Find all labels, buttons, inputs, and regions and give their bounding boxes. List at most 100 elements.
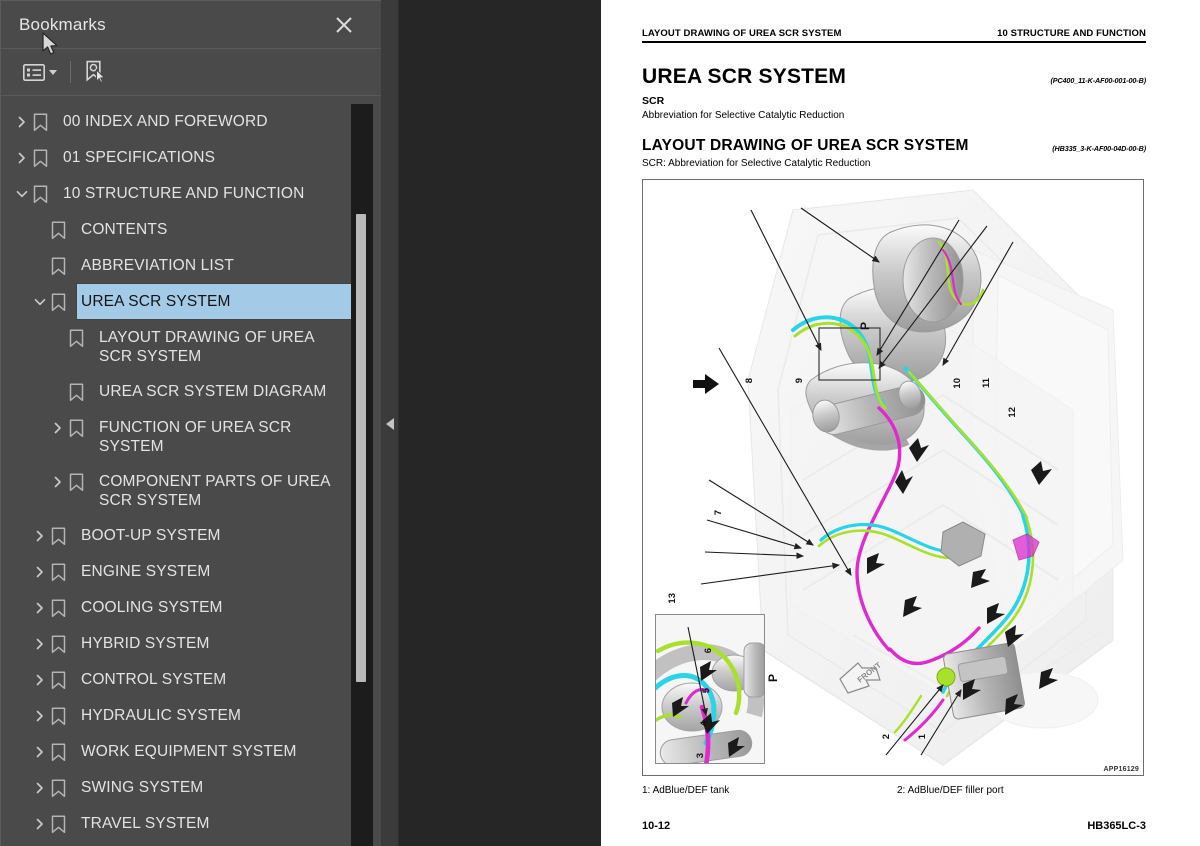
bookmark-label[interactable]: UREA SCR SYSTEM DIAGRAM xyxy=(95,374,332,409)
title-doc-code: (PC400_11-K-AF00-001-00-B) xyxy=(1050,76,1146,85)
detail-label-p: P xyxy=(858,322,872,331)
bookmark-label[interactable]: WORK EQUIPMENT SYSTEM xyxy=(77,734,303,769)
bookmarks-panel-header: Bookmarks xyxy=(1,1,381,49)
bookmark-item[interactable]: FUNCTION OF UREA SCR SYSTEM xyxy=(1,410,381,464)
bookmarks-scrollbar[interactable] xyxy=(351,104,373,846)
chevron-right-icon[interactable] xyxy=(29,590,51,626)
bookmark-label[interactable]: SWING SYSTEM xyxy=(77,770,209,805)
chevron-right-icon[interactable] xyxy=(29,770,51,806)
callout-5: 5 xyxy=(701,688,712,694)
close-icon[interactable] xyxy=(333,14,355,36)
bookmark-icon xyxy=(51,698,77,734)
bookmark-item[interactable]: LAYOUT DRAWING OF UREA SCR SYSTEM xyxy=(1,320,381,374)
bookmark-label[interactable]: 00 INDEX AND FOREWORD xyxy=(59,104,274,139)
bookmark-item[interactable]: COOLING SYSTEM xyxy=(1,590,381,626)
bookmark-icon xyxy=(33,104,59,140)
chevron-down-icon[interactable] xyxy=(11,176,33,212)
chevron-right-icon[interactable] xyxy=(29,734,51,770)
bookmark-item[interactable]: ENGINE SYSTEM xyxy=(1,554,381,590)
bookmark-item[interactable]: UNDERCARRIAGE AND FRAME xyxy=(1,842,381,846)
bookmark-item[interactable]: 00 INDEX AND FOREWORD xyxy=(1,104,381,140)
bookmark-item[interactable]: HYDRAULIC SYSTEM xyxy=(1,698,381,734)
bookmark-item[interactable]: COMPONENT PARTS OF UREA SCR SYSTEM xyxy=(1,464,381,518)
bookmark-icon xyxy=(51,626,77,662)
bookmark-item[interactable]: HYBRID SYSTEM xyxy=(1,626,381,662)
legend-item-2: 2: AdBlue/DEF filler port xyxy=(897,785,1004,796)
bookmark-icon xyxy=(51,662,77,698)
chevron-right-icon[interactable] xyxy=(11,140,33,176)
chevron-down-icon[interactable] xyxy=(29,284,51,320)
list-options-icon[interactable] xyxy=(17,57,63,87)
callout-7: 7 xyxy=(713,510,724,516)
bookmark-item[interactable]: CONTROL SYSTEM xyxy=(1,662,381,698)
callout-2: 2 xyxy=(881,734,892,740)
bookmark-item[interactable]: ABBREVIATION LIST xyxy=(1,248,381,284)
section-doc-code: (HB335_3-K-AF00-04D-00-B) xyxy=(1052,144,1146,153)
bookmark-item[interactable]: UREA SCR SYSTEM DIAGRAM xyxy=(1,374,381,410)
chevron-right-icon[interactable] xyxy=(29,626,51,662)
page-content: LAYOUT DRAWING OF UREA SCR SYSTEM 10 STR… xyxy=(642,28,1146,832)
bookmark-item[interactable]: BOOT-UP SYSTEM xyxy=(1,518,381,554)
bookmark-icon xyxy=(51,590,77,626)
bookmark-item[interactable]: 10 STRUCTURE AND FUNCTION xyxy=(1,176,381,212)
bookmarks-tree[interactable]: 00 INDEX AND FOREWORD 01 SPECIFICATIONS 10… xyxy=(1,96,381,846)
bookmark-icon xyxy=(51,518,77,554)
bookmarks-scrollbar-thumb[interactable] xyxy=(356,214,366,682)
chevron-right-icon[interactable] xyxy=(29,806,51,842)
bookmark-label[interactable]: COMPONENT PARTS OF UREA SCR SYSTEM xyxy=(95,464,355,518)
viewer-backdrop xyxy=(399,0,601,846)
bookmark-label[interactable]: TRAVEL SYSTEM xyxy=(77,806,216,841)
bookmark-label[interactable]: LAYOUT DRAWING OF UREA SCR SYSTEM xyxy=(95,320,355,374)
bookmark-label[interactable]: CONTROL SYSTEM xyxy=(77,662,232,697)
running-header-left: LAYOUT DRAWING OF UREA SCR SYSTEM xyxy=(642,28,842,39)
bookmark-label[interactable]: UNDERCARRIAGE AND FRAME xyxy=(77,842,321,846)
bookmark-label[interactable]: UREA SCR SYSTEM xyxy=(76,283,356,320)
chevron-right-icon[interactable] xyxy=(29,518,51,554)
figure-id: APP16129 xyxy=(1103,766,1139,773)
pdf-page[interactable]: LAYOUT DRAWING OF UREA SCR SYSTEM 10 STR… xyxy=(601,0,1200,846)
callout-8: 8 xyxy=(744,378,755,384)
bookmark-item[interactable]: CONTENTS xyxy=(1,212,381,248)
bookmark-icon xyxy=(69,374,95,410)
chevron-right-icon[interactable] xyxy=(47,410,69,446)
subtitle: SCR xyxy=(642,95,665,107)
layout-drawing-figure: FRONT 8 9 10 11 12 7 6 5 4 3 13 2 1 P P … xyxy=(642,179,1144,776)
page-footer: 10-12 HB365LC-3 xyxy=(642,820,1146,832)
bookmark-label[interactable]: 01 SPECIFICATIONS xyxy=(59,140,221,175)
bookmark-item[interactable]: UREA SCR SYSTEM xyxy=(1,283,381,320)
chevron-right-icon[interactable] xyxy=(47,464,69,500)
chevron-right-icon[interactable] xyxy=(29,554,51,590)
bookmark-label[interactable]: CONTENTS xyxy=(77,212,173,247)
bookmark-item[interactable]: TRAVEL SYSTEM xyxy=(1,806,381,842)
bookmark-item[interactable]: 01 SPECIFICATIONS xyxy=(1,140,381,176)
bookmark-pointer-icon[interactable] xyxy=(78,57,112,87)
chevron-right-icon[interactable] xyxy=(29,842,51,846)
chevron-right-icon[interactable] xyxy=(29,698,51,734)
bookmark-label[interactable]: BOOT-UP SYSTEM xyxy=(77,518,227,553)
bookmark-icon xyxy=(69,410,95,446)
bookmarks-panel-title: Bookmarks xyxy=(19,14,106,34)
bookmark-label[interactable]: HYDRAULIC SYSTEM xyxy=(77,698,247,733)
panel-collapse-handle[interactable] xyxy=(381,0,399,846)
bookmark-label[interactable]: HYBRID SYSTEM xyxy=(77,626,216,661)
footer-model: HB365LC-3 xyxy=(1087,820,1146,832)
chevron-left-icon[interactable] xyxy=(386,418,394,430)
bookmark-label[interactable]: 10 STRUCTURE AND FUNCTION xyxy=(59,176,310,211)
pdf-viewer-window: Bookmarks 00 INDEX AND FOREWORD 01 SPECI… xyxy=(0,0,1200,846)
chevron-right-icon[interactable] xyxy=(29,662,51,698)
chevron-down-icon[interactable] xyxy=(49,69,57,75)
bookmark-item[interactable]: SWING SYSTEM xyxy=(1,770,381,806)
bookmark-label[interactable]: COOLING SYSTEM xyxy=(77,590,229,625)
bookmark-label[interactable]: ABBREVIATION LIST xyxy=(77,248,240,283)
bookmark-icon xyxy=(51,842,77,846)
bookmark-label[interactable]: ENGINE SYSTEM xyxy=(77,554,216,589)
bookmarks-toolbar xyxy=(1,49,381,96)
chevron-right-icon[interactable] xyxy=(11,104,33,140)
running-header: LAYOUT DRAWING OF UREA SCR SYSTEM 10 STR… xyxy=(642,28,1146,43)
bookmark-label[interactable]: FUNCTION OF UREA SCR SYSTEM xyxy=(95,410,355,464)
callout-1: 1 xyxy=(917,734,928,740)
bookmark-item[interactable]: WORK EQUIPMENT SYSTEM xyxy=(1,734,381,770)
